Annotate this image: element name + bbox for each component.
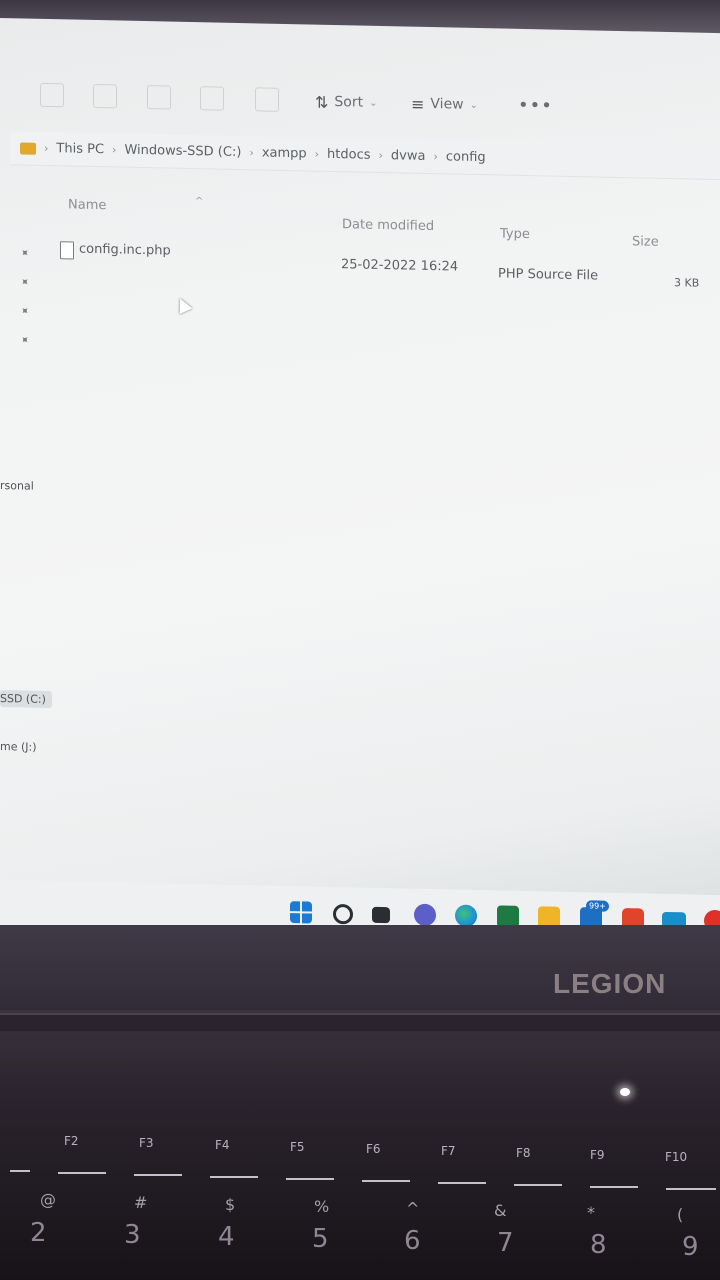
key-f5[interactable]: F5 bbox=[290, 1140, 305, 1154]
column-type[interactable]: Type bbox=[500, 226, 530, 242]
key-ampersand-symbol[interactable]: & bbox=[494, 1201, 506, 1220]
breadcrumb-windows-ssd[interactable]: Windows-SSD (C:) bbox=[124, 143, 241, 160]
key-8[interactable]: 8 bbox=[590, 1230, 607, 1260]
key-backlight bbox=[10, 1170, 30, 1172]
delete-icon[interactable] bbox=[255, 87, 279, 112]
key-percent-symbol[interactable]: % bbox=[314, 1197, 329, 1216]
key-backlight bbox=[134, 1174, 182, 1176]
task-view-icon[interactable] bbox=[372, 906, 390, 924]
edge-icon[interactable] bbox=[455, 904, 477, 927]
key-paren-symbol[interactable]: ( bbox=[677, 1205, 683, 1224]
key-caret-symbol[interactable]: ^ bbox=[406, 1199, 419, 1218]
file-size: 3 KB bbox=[674, 276, 700, 290]
key-asterisk-symbol[interactable]: * bbox=[587, 1203, 595, 1222]
key-6[interactable]: 6 bbox=[404, 1226, 421, 1256]
key-dollar-symbol[interactable]: $ bbox=[225, 1195, 235, 1214]
view-button[interactable]: ≡ View ⌄ bbox=[411, 91, 478, 118]
chevron-right-icon: › bbox=[249, 146, 254, 160]
breadcrumb-this-pc[interactable]: This PC bbox=[56, 141, 104, 157]
key-5[interactable]: 5 bbox=[312, 1224, 329, 1254]
nav-item-personal[interactable]: rsonal bbox=[0, 479, 34, 493]
key-backlight bbox=[210, 1176, 258, 1178]
view-icon: ≡ bbox=[411, 94, 425, 114]
chevron-right-icon: › bbox=[314, 147, 320, 161]
key-7[interactable]: 7 bbox=[497, 1228, 514, 1258]
key-f4[interactable]: F4 bbox=[215, 1138, 230, 1152]
search-icon[interactable] bbox=[333, 903, 353, 925]
mouse-cursor-icon bbox=[173, 295, 193, 315]
key-9[interactable]: 9 bbox=[682, 1232, 699, 1262]
key-f8[interactable]: F8 bbox=[516, 1146, 531, 1160]
chevron-down-icon: ⌄ bbox=[369, 97, 378, 109]
chevron-right-icon: › bbox=[378, 148, 383, 163]
key-f10[interactable]: F10 bbox=[665, 1150, 687, 1164]
hinge bbox=[0, 1013, 720, 1031]
key-hash-symbol[interactable]: # bbox=[134, 1193, 147, 1212]
key-backlight bbox=[362, 1180, 410, 1182]
notification-badge: 99+ bbox=[586, 900, 609, 912]
table-row[interactable]: config.inc.php 25-02-2022 16:24 PHP Sour… bbox=[0, 238, 720, 290]
explorer-toolbar: ⇅ Sort ⌄ ≡ View ⌄ ••• bbox=[0, 68, 720, 143]
pin-icon: ✦ bbox=[16, 303, 33, 319]
view-label: View bbox=[430, 96, 464, 113]
key-backlight bbox=[666, 1188, 716, 1190]
pin-icon: ✦ bbox=[16, 274, 33, 290]
file-name: config.inc.php bbox=[79, 241, 171, 259]
chat-icon[interactable] bbox=[414, 903, 436, 927]
nav-item-ssd[interactable]: SSD (C:) bbox=[0, 690, 52, 709]
nav-item-me[interactable]: me (J:) bbox=[0, 740, 37, 754]
key-backlight bbox=[514, 1184, 562, 1186]
file-type: PHP Source File bbox=[498, 266, 599, 284]
power-led bbox=[620, 1088, 630, 1096]
key-3[interactable]: 3 bbox=[124, 1220, 141, 1250]
legion-logo: LEGION bbox=[553, 968, 667, 999]
chevron-down-icon: ⌄ bbox=[469, 99, 479, 111]
sort-label: Sort bbox=[334, 94, 364, 111]
php-file-icon bbox=[60, 241, 74, 260]
column-headers: Name ^ Date modified Type Size bbox=[0, 188, 720, 250]
key-backlight bbox=[58, 1172, 106, 1174]
key-f7[interactable]: F7 bbox=[441, 1144, 456, 1158]
key-f9[interactable]: F9 bbox=[590, 1148, 605, 1162]
column-size[interactable]: Size bbox=[632, 234, 659, 250]
rename-icon[interactable] bbox=[200, 86, 224, 111]
sort-icon: ⇅ bbox=[315, 92, 329, 112]
chevron-right-icon: › bbox=[112, 143, 117, 157]
key-at-symbol[interactable]: @ bbox=[40, 1190, 56, 1209]
key-f6[interactable]: F6 bbox=[366, 1142, 381, 1156]
start-icon[interactable] bbox=[290, 901, 312, 924]
paste-icon[interactable] bbox=[147, 85, 171, 110]
sort-button[interactable]: ⇅ Sort ⌄ bbox=[315, 89, 378, 116]
breadcrumb-htdocs[interactable]: htdocs bbox=[327, 147, 370, 163]
copy-icon[interactable] bbox=[93, 83, 117, 109]
key-backlight bbox=[590, 1186, 638, 1188]
column-name[interactable]: Name bbox=[68, 197, 106, 213]
key-backlight bbox=[438, 1182, 486, 1184]
key-f3[interactable]: F3 bbox=[139, 1136, 154, 1150]
key-backlight bbox=[286, 1178, 334, 1180]
chevron-right-icon: › bbox=[44, 141, 49, 156]
key-f2[interactable]: F2 bbox=[64, 1134, 79, 1148]
file-date-modified: 25-02-2022 16:24 bbox=[341, 257, 459, 275]
laptop-screen: ⇅ Sort ⌄ ≡ View ⌄ ••• › This PC › Window… bbox=[0, 18, 720, 946]
keyboard-deck bbox=[0, 1010, 720, 1280]
column-date-modified[interactable]: Date modified bbox=[342, 217, 434, 234]
key-4[interactable]: 4 bbox=[218, 1222, 235, 1252]
sort-ascending-icon: ^ bbox=[195, 196, 204, 208]
chevron-right-icon: › bbox=[433, 150, 438, 164]
breadcrumb-config[interactable]: config bbox=[446, 149, 486, 165]
pin-icon: ✦ bbox=[16, 332, 33, 348]
key-2[interactable]: 2 bbox=[30, 1218, 47, 1248]
folder-icon bbox=[20, 141, 36, 155]
breadcrumb-xampp[interactable]: xampp bbox=[262, 145, 307, 161]
cut-icon[interactable] bbox=[40, 82, 64, 108]
more-options-button[interactable]: ••• bbox=[518, 95, 553, 117]
breadcrumb-dvwa[interactable]: dvwa bbox=[391, 148, 426, 164]
